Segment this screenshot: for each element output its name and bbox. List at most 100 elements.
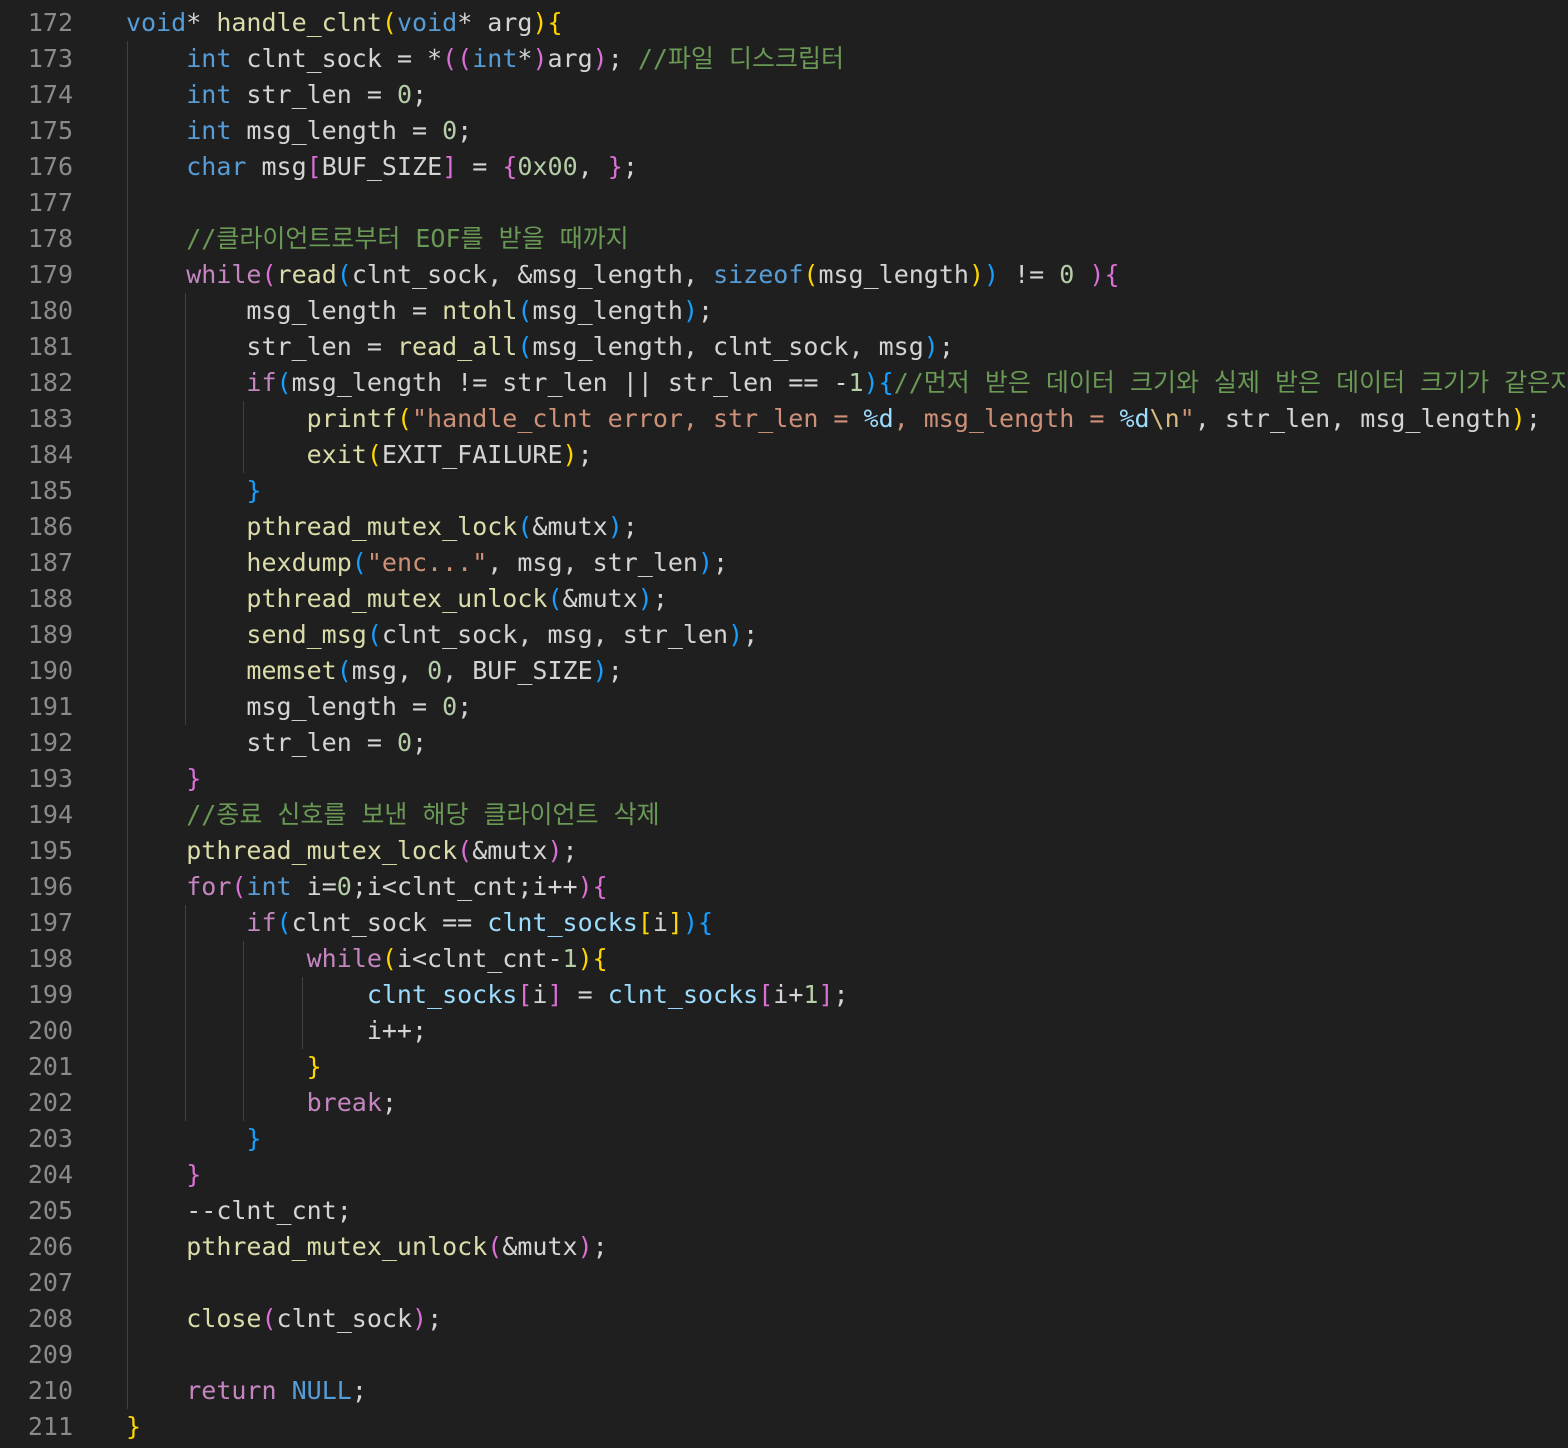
- code-text: }: [126, 1157, 201, 1193]
- token-p2: (: [487, 1232, 503, 1261]
- code-line[interactable]: 180 msg_length = ntohl(msg_length);: [0, 293, 1568, 329]
- token-p3: ): [637, 584, 653, 613]
- code-line[interactable]: 188 pthread_mutex_unlock(&mutx);: [0, 581, 1568, 617]
- line-number: 194: [27, 800, 73, 829]
- token-kw: int: [472, 44, 518, 73]
- token-kw: int: [246, 872, 292, 901]
- token-fmt: %d: [863, 404, 894, 433]
- code-text: clnt_socks[i] = clnt_socks[i+1];: [126, 977, 849, 1013]
- token-op: =: [562, 980, 608, 1009]
- code-line[interactable]: 173 int clnt_sock = *((int*)arg); //파일 디…: [0, 41, 1568, 77]
- code-line[interactable]: 181 str_len = read_all(msg_length, clnt_…: [0, 329, 1568, 365]
- code-line[interactable]: 197 if(clnt_sock == clnt_socks[i]){: [0, 905, 1568, 941]
- code-editor[interactable]: 172 void* handle_clnt(void* arg){173 int …: [0, 0, 1568, 1448]
- token-p2: ): [532, 44, 548, 73]
- code-line[interactable]: 178 //클라이언트로부터 EOF를 받을 때까지: [0, 221, 1568, 257]
- token-p3: {: [878, 368, 894, 397]
- token-p3: (: [276, 908, 292, 937]
- code-line[interactable]: 189 send_msg(clnt_sock, msg, str_len);: [0, 617, 1568, 653]
- line-number: 208: [27, 1304, 73, 1333]
- code-line[interactable]: 198 while(i<clnt_cnt-1){: [0, 941, 1568, 977]
- code-line[interactable]: 182 if(msg_length != str_len || str_len …: [0, 365, 1568, 401]
- token-fn: pthread_mutex_lock: [246, 512, 518, 541]
- code-line[interactable]: 206 pthread_mutex_unlock(&mutx);: [0, 1229, 1568, 1265]
- token-p3: (: [517, 296, 533, 325]
- token-var: clnt_sock: [276, 1304, 413, 1333]
- token-p2: ]: [547, 980, 563, 1009]
- token-ctrl: if: [246, 908, 277, 937]
- line-number: 196: [27, 872, 73, 901]
- token-p3: ): [592, 656, 608, 685]
- token-op: ,: [577, 152, 608, 181]
- token-ws: [126, 620, 246, 649]
- code-line[interactable]: 176 char msg[BUF_SIZE] = {0x00, };: [0, 149, 1568, 185]
- token-p1: {: [592, 944, 608, 973]
- token-str: , msg_length =: [893, 404, 1120, 433]
- token-var: str_len: [246, 728, 367, 757]
- token-fn: read: [276, 260, 337, 289]
- code-line[interactable]: 207: [0, 1265, 1568, 1301]
- code-line[interactable]: 210 return NULL;: [0, 1373, 1568, 1409]
- token-ws: [126, 44, 186, 73]
- code-line[interactable]: 190 memset(msg, 0, BUF_SIZE);: [0, 653, 1568, 689]
- token-str: ": [1179, 404, 1195, 433]
- token-p1: ]: [667, 908, 683, 937]
- token-ws: [126, 944, 307, 973]
- code-line[interactable]: 191 msg_length = 0;: [0, 689, 1568, 725]
- code-line[interactable]: 172 void* handle_clnt(void* arg){: [0, 5, 1568, 41]
- code-line[interactable]: 202 break;: [0, 1085, 1568, 1121]
- line-number: 203: [27, 1124, 73, 1153]
- line-number: 181: [27, 332, 73, 361]
- token-fn: handle_clnt: [216, 8, 382, 37]
- code-line[interactable]: 177: [0, 185, 1568, 221]
- code-line[interactable]: 201 }: [0, 1049, 1568, 1085]
- token-op: ;: [427, 1304, 443, 1333]
- code-line[interactable]: 186 pthread_mutex_lock(&mutx);: [0, 509, 1568, 545]
- code-line[interactable]: 185 }: [0, 473, 1568, 509]
- token-p3: ): [984, 260, 1000, 289]
- code-line[interactable]: 209: [0, 1337, 1568, 1373]
- token-ws: [126, 728, 246, 757]
- code-line[interactable]: 179 while(read(clnt_sock, &msg_length, s…: [0, 257, 1568, 293]
- code-line[interactable]: 199 clnt_socks[i] = clnt_socks[i+1];: [0, 977, 1568, 1013]
- code-line[interactable]: 208 close(clnt_sock);: [0, 1301, 1568, 1337]
- code-line[interactable]: 203 }: [0, 1121, 1568, 1157]
- line-number: 184: [27, 440, 73, 469]
- token-var: msg_length: [246, 296, 412, 325]
- code-line[interactable]: 196 for(int i=0;i<clnt_cnt;i++){: [0, 869, 1568, 905]
- token-p2: [: [758, 980, 774, 1009]
- code-text: if(msg_length != str_len || str_len == -…: [126, 365, 1568, 401]
- line-number: 200: [27, 1016, 73, 1045]
- code-text: }: [126, 761, 201, 797]
- token-kw: int: [186, 116, 232, 145]
- token-p3: ): [682, 296, 699, 325]
- code-line[interactable]: 174 int str_len = 0;: [0, 77, 1568, 113]
- code-line[interactable]: 195 pthread_mutex_lock(&mutx);: [0, 833, 1568, 869]
- code-line[interactable]: 187 hexdump("enc...", msg, str_len);: [0, 545, 1568, 581]
- line-number: 179: [27, 260, 73, 289]
- line-number: 173: [27, 44, 73, 73]
- code-line[interactable]: 184 exit(EXIT_FAILURE);: [0, 437, 1568, 473]
- token-op: ;: [1525, 404, 1541, 433]
- token-p3: (: [276, 368, 292, 397]
- code-line[interactable]: 200 i++;: [0, 1013, 1568, 1049]
- token-op: ;: [607, 44, 638, 73]
- token-var: &mutx: [562, 584, 638, 613]
- code-line[interactable]: 211}: [0, 1409, 1568, 1445]
- token-var: , BUF_SIZE: [442, 656, 593, 685]
- line-number: 186: [27, 512, 73, 541]
- token-p1: ): [577, 944, 593, 973]
- code-line[interactable]: 192 str_len = 0;: [0, 725, 1568, 761]
- code-text: while(i<clnt_cnt-1){: [126, 941, 608, 977]
- code-line[interactable]: 205 --clnt_cnt;: [0, 1193, 1568, 1229]
- code-text: //종료 신호를 보낸 해당 클라이언트 삭제: [126, 797, 659, 833]
- code-line[interactable]: 175 int msg_length = 0;: [0, 113, 1568, 149]
- code-text: --clnt_cnt;: [126, 1193, 352, 1229]
- code-line[interactable]: 183 printf("handle_clnt error, str_len =…: [0, 401, 1568, 437]
- code-text: }: [126, 1049, 322, 1085]
- code-line[interactable]: 194 //종료 신호를 보낸 해당 클라이언트 삭제: [0, 797, 1568, 833]
- token-var: , str_len, msg_length: [1194, 404, 1511, 433]
- code-line[interactable]: 193 }: [0, 761, 1568, 797]
- code-line[interactable]: 204 }: [0, 1157, 1568, 1193]
- token-cm: //먼저 받은 데이터 크기와 실제 받은 데이터 크기가 같은지 비교: [893, 368, 1568, 397]
